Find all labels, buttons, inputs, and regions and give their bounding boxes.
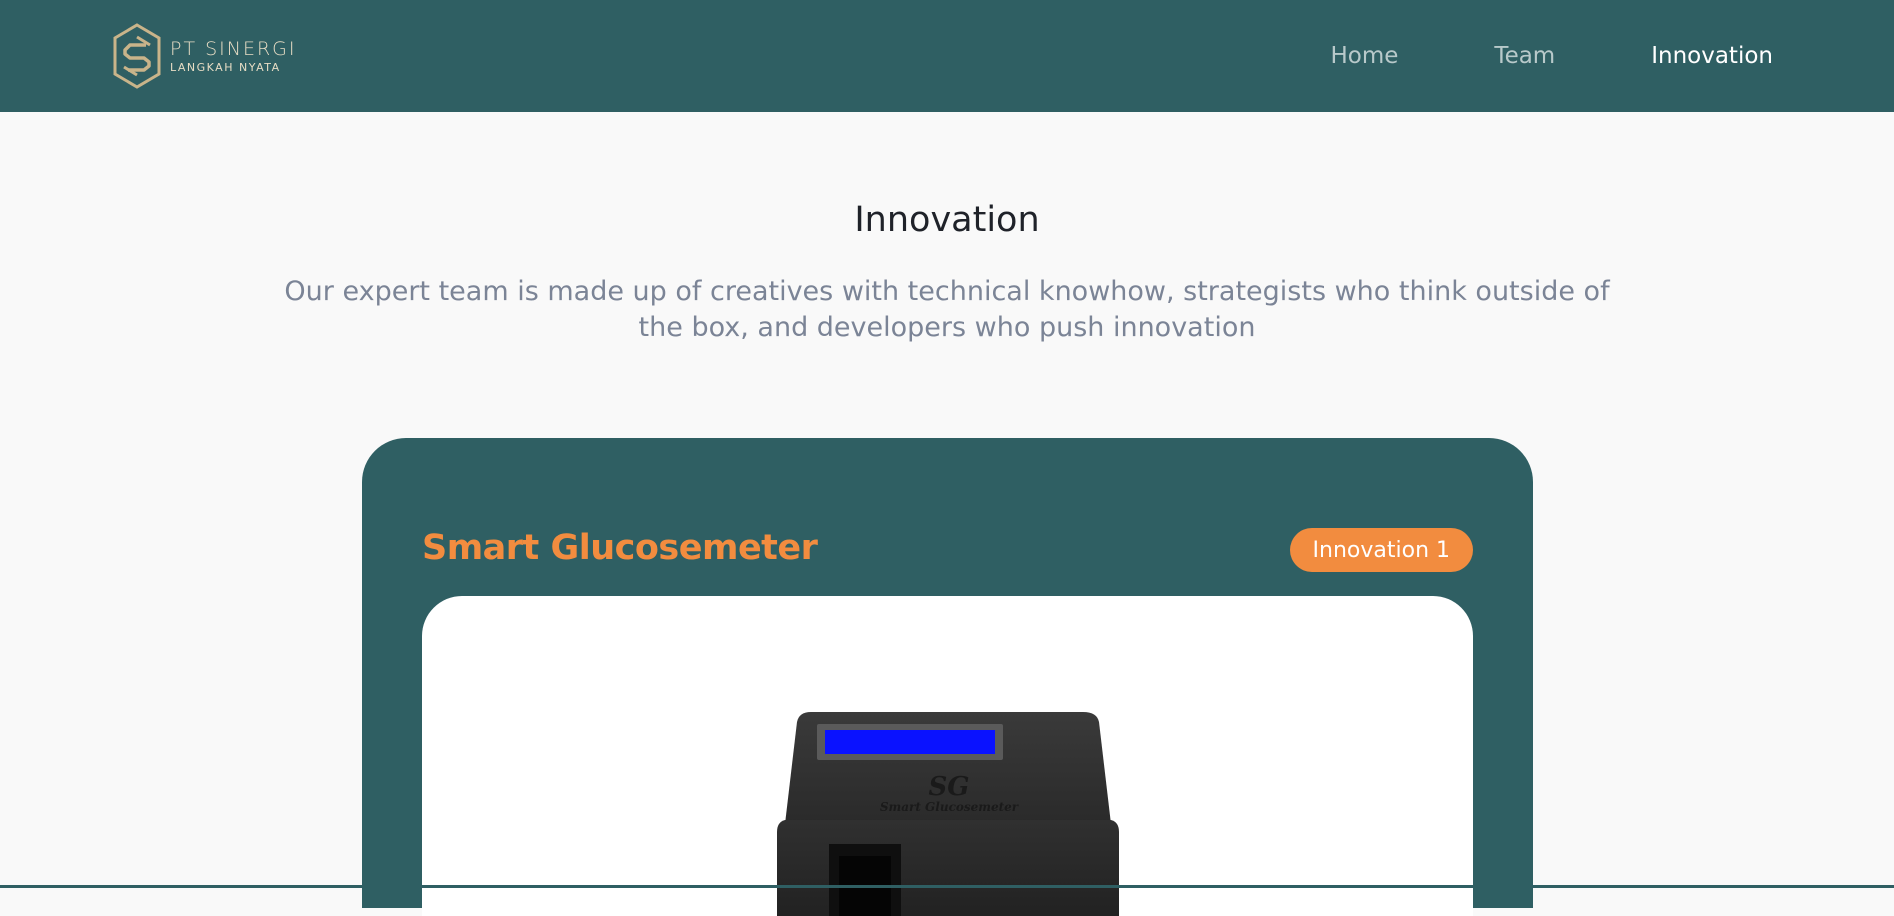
section-title: Innovation (854, 200, 1040, 240)
innovation-card: Smart Glucosemeter Innovation 1 SG Smart… (362, 438, 1533, 916)
main-nav: Home Team Innovation (1235, 0, 1774, 112)
brand-name: PT SINERGI LANGKAH NYATA (170, 37, 297, 74)
nav-team-link[interactable]: Team (1494, 43, 1555, 69)
device-name-label: Smart Glucosemeter (879, 800, 1019, 814)
brand-name-line1: PT SINERGI (170, 37, 297, 60)
innovation-image: SG Smart Glucosemeter (422, 596, 1473, 916)
section-subtitle: Our expert team is made up of creatives … (284, 276, 1610, 343)
device-logo: SG (928, 772, 970, 802)
innovation-card-title: Smart Glucosemeter (422, 528, 818, 568)
brand-logo[interactable]: PT SINERGI LANGKAH NYATA (112, 22, 302, 90)
navbar: PT SINERGI LANGKAH NYATA Home Team Innov… (0, 0, 1894, 112)
nav-home-link[interactable]: Home (1331, 43, 1399, 69)
innovation-badge[interactable]: Innovation 1 (1289, 528, 1473, 572)
hexagon-s-logo-icon (113, 23, 161, 89)
brand-name-line2: LANGKAH NYATA (170, 60, 281, 74)
nav-innovation-link[interactable]: Innovation (1651, 43, 1773, 69)
